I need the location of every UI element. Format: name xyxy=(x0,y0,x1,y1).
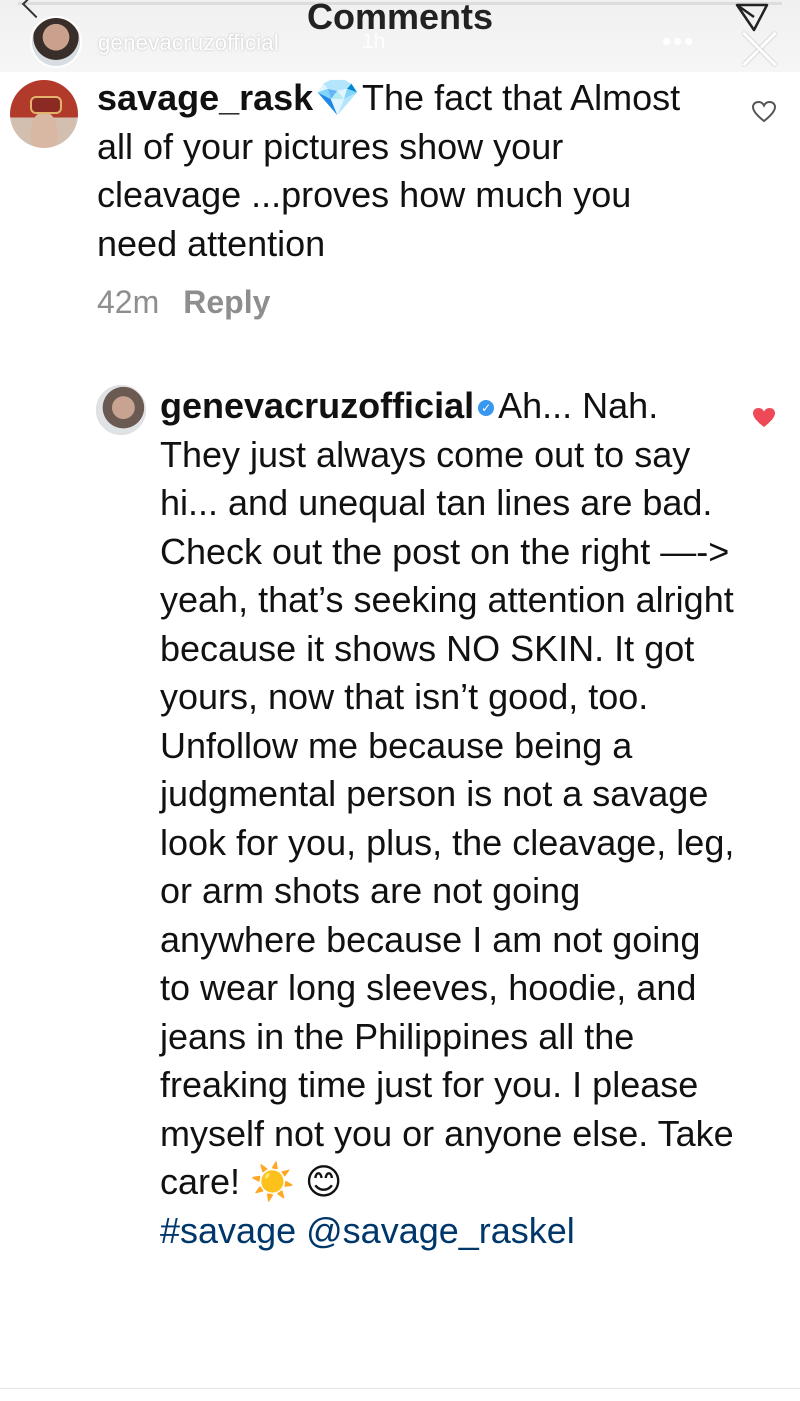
avatar[interactable] xyxy=(10,80,78,148)
mention-link[interactable]: @savage_raskel xyxy=(306,1210,575,1251)
divider xyxy=(0,1388,800,1389)
more-options-icon[interactable]: ••• xyxy=(662,26,695,57)
story-header: genevacruzofficial 1h Comments ••• xyxy=(0,0,800,72)
verified-badge-icon: ✓ xyxy=(478,400,495,417)
comment-meta: 42m Reply xyxy=(97,284,270,321)
reply-button[interactable]: Reply xyxy=(183,284,270,320)
diamond-icon: 💎 xyxy=(315,77,361,118)
send-icon[interactable] xyxy=(734,2,770,32)
hashtag-link[interactable]: #savage xyxy=(160,1210,296,1251)
comment-text: genevacruzofficial ✓ Ah... Nah. They just … xyxy=(160,382,740,1255)
heart-filled-icon[interactable] xyxy=(751,406,777,430)
close-icon[interactable] xyxy=(740,30,778,68)
comment-time: 42m xyxy=(97,284,160,320)
avatar[interactable] xyxy=(96,385,146,435)
comment-body: Ah... Nah. They just always come out to … xyxy=(160,385,735,1202)
heart-icon[interactable] xyxy=(751,100,777,124)
comment-text: savage_rask💎The fact that Almost all of … xyxy=(97,74,717,268)
comment-username[interactable]: savage_rask xyxy=(97,77,313,118)
comment-username[interactable]: genevacruzofficial xyxy=(160,385,474,426)
comments-screen: genevacruzofficial 1h Comments ••• savag… xyxy=(0,0,800,1401)
